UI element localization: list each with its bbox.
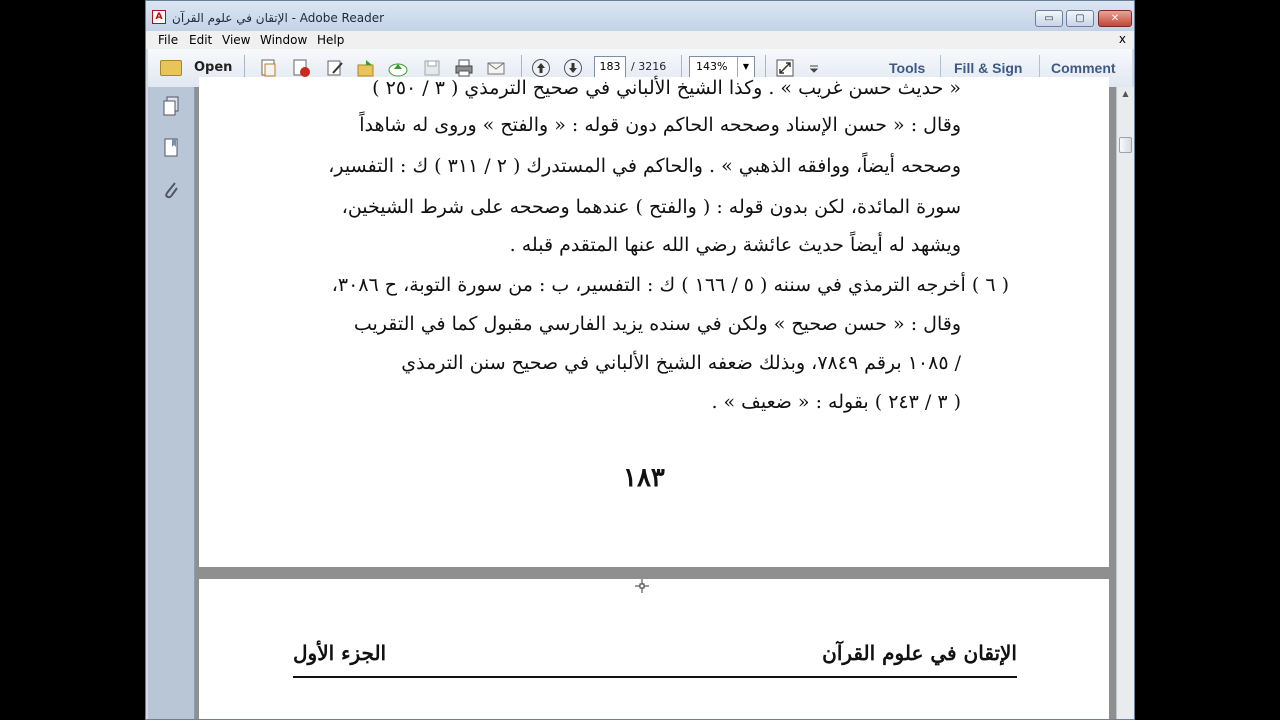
email-icon[interactable] (486, 58, 506, 78)
open-label: Open (194, 60, 233, 75)
attachments-icon[interactable] (161, 179, 181, 201)
next-page-icon[interactable] (563, 58, 583, 78)
footnote-line: / ١٠٨٥ برقم ٧٨٤٩، وبذلك ضعفه الشيخ الألب… (401, 352, 961, 374)
footnote-line: سورة المائدة، لكن بدون قوله : ( والفتح )… (341, 196, 961, 218)
prev-page-icon[interactable] (531, 58, 551, 78)
menu-help[interactable]: Help (317, 33, 344, 47)
adobe-reader-window: A الإتقان في علوم القرآن - Adobe Reader … (145, 0, 1135, 720)
menu-view[interactable]: View (222, 33, 250, 47)
save-icon[interactable] (422, 58, 442, 78)
create-pdf-icon[interactable] (259, 58, 279, 78)
chevron-down-icon[interactable]: ▼ (737, 57, 754, 77)
scroll-up-icon[interactable]: ▲ (1119, 89, 1132, 103)
fill-sign-button[interactable]: Fill & Sign (954, 60, 1022, 76)
close-icon: ✕ (1110, 13, 1120, 24)
running-header-title: الإتقان في علوم القرآن (822, 641, 1017, 665)
minimize-icon: ▭ (1044, 13, 1054, 24)
crosshair-cursor-icon (635, 579, 649, 593)
page-number: ١٨٣ (623, 463, 665, 493)
menu-file[interactable]: File (158, 33, 178, 47)
folder-icon (160, 60, 182, 76)
menu-edit[interactable]: Edit (189, 33, 212, 47)
document-close-icon[interactable]: x (1119, 32, 1126, 46)
bookmarks-icon[interactable] (161, 137, 181, 159)
menu-bar: File Edit View Window Help x (146, 31, 1134, 49)
menu-window[interactable]: Window (260, 33, 307, 47)
zoom-select[interactable]: 143% ▼ (689, 56, 755, 78)
open-button[interactable]: Open (160, 57, 232, 79)
header-rule (293, 676, 1017, 678)
pdf-page-183: « حديث حسن غريب » . وكذا الشيخ الألباني … (199, 77, 1109, 567)
page-thumbnails-icon[interactable] (161, 95, 181, 117)
close-button[interactable]: ✕ (1098, 10, 1132, 27)
print-icon[interactable] (454, 58, 474, 78)
page-total: / 3216 (631, 60, 667, 73)
scroll-thumb[interactable] (1119, 137, 1132, 153)
maximize-icon: ▢ (1075, 13, 1085, 24)
zoom-value: 143% (696, 60, 728, 73)
footnote-line: ( ٦ ) أخرجه الترمذي في سننه ( ٥ / ١٦٦ ) … (331, 274, 1009, 296)
pdf-page-184: الإتقان في علوم القرآن الجزء الأول (199, 579, 1109, 719)
running-header-volume: الجزء الأول (293, 641, 387, 665)
export-pdf-icon[interactable] (291, 58, 311, 78)
footnote-line: « حديث حسن غريب » . وكذا الشيخ الألباني … (372, 77, 961, 99)
maximize-button[interactable]: ▢ (1066, 10, 1094, 27)
comment-button[interactable]: Comment (1051, 60, 1116, 76)
tools-button[interactable]: Tools (889, 60, 925, 76)
fit-page-icon[interactable] (775, 58, 795, 78)
footnote-line: ويشهد له أيضاً حديث عائشة رضي الله عنها … (509, 234, 961, 256)
edit-icon[interactable] (325, 58, 345, 78)
title-bar: A الإتقان في علوم القرآن - Adobe Reader … (146, 1, 1134, 31)
navigation-pane (148, 87, 195, 719)
more-icon[interactable] (808, 58, 820, 78)
share-icon[interactable] (356, 58, 376, 78)
page-number-input[interactable]: 183 (594, 56, 626, 78)
upload-icon[interactable] (388, 58, 408, 78)
document-view[interactable]: « حديث حسن غريب » . وكذا الشيخ الألباني … (195, 77, 1116, 719)
footnote-line: وصححه أيضاً، ووافقه الذهبي » . والحاكم ف… (328, 155, 961, 177)
pdf-app-icon: A (152, 10, 166, 24)
footnote-line: وقال : « حسن صحيح » ولكن في سنده يزيد ال… (353, 313, 961, 335)
minimize-button[interactable]: ▭ (1035, 10, 1063, 27)
window-title: الإتقان في علوم القرآن - Adobe Reader (172, 11, 385, 25)
vertical-scrollbar[interactable]: ▲ (1116, 87, 1134, 719)
footnote-line: وقال : « حسن الإسناد وصححه الحاكم دون قو… (359, 114, 961, 136)
footnote-line: ( ٣ / ٢٤٣ ) بقوله : « ضعيف » . (711, 391, 961, 413)
